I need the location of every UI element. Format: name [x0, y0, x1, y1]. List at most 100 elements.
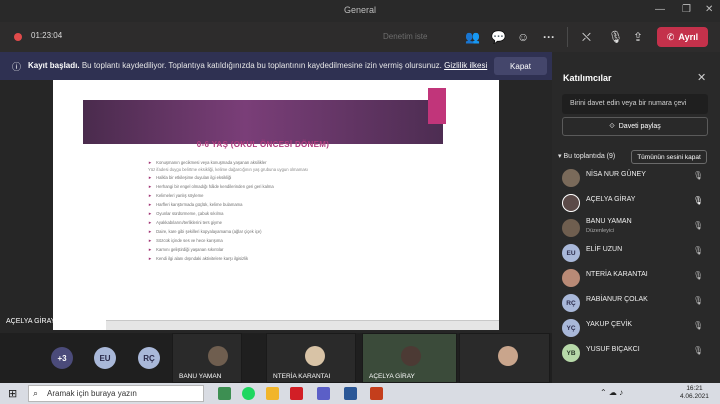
participant-row[interactable]: NTERİA KARANTAI 🎙	[552, 266, 720, 290]
avatar: YB	[562, 344, 580, 362]
slide-header-band	[83, 100, 443, 144]
participant-name: NTERİA KARANTAI	[586, 271, 648, 278]
video-tile[interactable]: BANU YAMAN	[172, 333, 242, 383]
shared-screen-taskbar	[106, 320, 499, 330]
spotify-icon[interactable]	[242, 387, 255, 400]
participants-panel: Katılımcılar ✕ Birini davet edin veya bi…	[552, 52, 720, 383]
participant-name: AÇELYA GİRAY	[586, 196, 636, 203]
windows-taskbar: ⊞ Aramak için buraya yazın ⌕ ⌃ ☁ ♪ 16:21…	[0, 383, 720, 404]
bullet: ► Karnını geliştirdiği yaşanan sıkıntılar	[148, 247, 224, 252]
panel-title: Katılımcılar	[563, 73, 612, 83]
mic-off-icon: 🎙	[693, 171, 704, 180]
participant-row[interactable]: EU ELİF UZUN 🎙	[552, 241, 720, 265]
presentation-slide: 0-6 YAŞ (OKUL ÖNCESİ DÖNEM) ► Konuşmanın …	[53, 80, 499, 330]
slide-bullet-list: ► Konuşmanın gecikmesi veya konuşmada yaş…	[148, 158, 428, 263]
clock-time: 16:21	[686, 385, 703, 392]
avatar[interactable]: EU	[94, 347, 116, 369]
slide-heading: 0-6 YAŞ (OKUL ÖNCESİ DÖNEM)	[196, 140, 330, 149]
invite-input[interactable]: Birini davet edin veya bir numara çevi	[562, 94, 708, 114]
avatar	[562, 194, 580, 212]
share-icon[interactable]: ⇪	[633, 30, 643, 44]
slide-accent-block	[428, 88, 446, 124]
participant-video	[305, 346, 325, 366]
banner-text: Kayıt başladı. Bu toplantı kaydediliyor.…	[28, 61, 487, 70]
chrome-icon[interactable]	[218, 387, 231, 400]
banner-message: Bu toplantı kaydediliyor. Toplantıya kat…	[81, 61, 442, 70]
in-meeting-section[interactable]: ▾ Bu toplantıda (9)	[558, 152, 615, 160]
tile-name: AÇELYA GİRAY	[369, 373, 415, 380]
taskbar-clock[interactable]: 16:21 4.06.2021	[680, 385, 709, 401]
participant-row[interactable]: YB YUSUF BIÇAKCI 🎙	[552, 341, 720, 365]
participant-row[interactable]: BANU YAMAN Düzenleyici 🎙	[552, 216, 720, 240]
participant-name: BANU YAMAN	[586, 218, 632, 225]
mic-off-icon: 🎙	[693, 221, 704, 230]
more-participants-badge[interactable]: +3	[51, 347, 73, 369]
avatar: EU	[562, 244, 580, 262]
participant-role: Düzenleyici	[586, 228, 615, 234]
participant-name: YUSUF BIÇAKCI	[586, 346, 640, 353]
banner-title: Kayıt başladı.	[28, 61, 80, 70]
section-label: Bu toplantıda (9)	[563, 153, 616, 160]
restore-icon[interactable]: ❐	[682, 4, 691, 15]
mute-all-button[interactable]: Tümünün sesini kapat	[631, 150, 707, 164]
mic-off-icon: 🎙	[693, 346, 704, 355]
privacy-link[interactable]: Gizlilik ilkesi	[444, 61, 487, 70]
leave-button[interactable]: ✆ Ayrıl	[657, 27, 708, 47]
mic-icon: 🎙	[693, 196, 704, 205]
close-window-icon[interactable]: ✕	[705, 4, 713, 15]
avatar	[562, 169, 580, 187]
close-icon[interactable]: ✕	[697, 71, 706, 84]
bullet: ► Kendi ilgi alanı dışındaki aktivitelere…	[148, 256, 249, 261]
share-invite-button[interactable]: ⟐ Daveti paylaş	[562, 117, 708, 136]
video-tile-active-speaker[interactable]: AÇELYA GİRAY	[362, 333, 457, 383]
taskbar-search-input[interactable]: Aramak için buraya yazın	[28, 385, 204, 402]
windows-start-icon[interactable]: ⊞	[8, 387, 17, 400]
video-tile[interactable]	[459, 333, 550, 383]
participant-row[interactable]: RÇ RABİANUR ÇOLAK 🎙	[552, 291, 720, 315]
phone-icon: ✆	[666, 31, 675, 42]
more-icon[interactable]: ···	[543, 30, 555, 44]
recording-icon	[14, 33, 22, 41]
netflix-icon[interactable]	[290, 387, 303, 400]
participant-row[interactable]: NİSA NUR GÜNEY 🎙	[552, 166, 720, 190]
bullet: ► Harfleri karıştırmada güçlük, kelime bu…	[148, 202, 243, 207]
participant-row[interactable]: YÇ YAKUP ÇEVİK 🎙	[552, 316, 720, 340]
mic-off-icon: 🎙	[693, 321, 704, 330]
avatar: YÇ	[562, 319, 580, 337]
participant-name: YAKUP ÇEVİK	[586, 321, 633, 328]
avatar[interactable]: RÇ	[138, 347, 160, 369]
mic-off-icon[interactable]: 🎙	[608, 30, 623, 44]
participant-video	[401, 346, 421, 366]
chevron-down-icon: ▾	[558, 153, 562, 160]
clock-date: 4.06.2021	[680, 393, 709, 400]
toolbar-divider	[567, 27, 568, 47]
avatar	[562, 219, 580, 237]
reactions-icon[interactable]: ☺	[517, 30, 529, 44]
presenter-name: AÇELYA GİRAY	[6, 318, 56, 325]
teams-icon[interactable]	[317, 387, 330, 400]
chat-icon[interactable]: 💬	[491, 30, 506, 44]
recording-banner: ⓘ Kayıt başladı. Bu toplantı kaydediliyo…	[0, 52, 552, 80]
meeting-toolbar: 01:23:04 Denetim iste 👥 💬 ☺ ··· ⛌ 🎙 ⇪	[0, 22, 720, 52]
tile-name: NTERİA KARANTAI	[273, 373, 331, 380]
participant-name: RABİANUR ÇOLAK	[586, 296, 648, 303]
avatar	[562, 269, 580, 287]
system-tray-icons[interactable]: ⌃ ☁ ♪	[600, 388, 623, 397]
bullet: ► Konuşmanın gecikmesi veya konuşmada yaş…	[148, 160, 267, 165]
video-tile[interactable]: NTERİA KARANTAI	[266, 333, 356, 383]
file-explorer-icon[interactable]	[266, 387, 279, 400]
banner-close-button[interactable]: Kapat	[494, 57, 547, 75]
participants-icon[interactable]: 👥	[465, 30, 480, 44]
bullet: ► Sözcük içinde ses ve hece karışıma	[148, 238, 223, 243]
participant-row[interactable]: AÇELYA GİRAY 🎙	[552, 191, 720, 215]
leave-label: Ayrıl	[678, 32, 699, 42]
minimize-icon[interactable]: —	[655, 4, 665, 15]
info-icon: ⓘ	[12, 62, 22, 72]
word-icon[interactable]	[344, 387, 357, 400]
bullet: ► Herhangi bir engel olmadığı hâlde kendi…	[148, 184, 274, 189]
powerpoint-icon[interactable]	[370, 387, 383, 400]
share-invite-label: Daveti paylaş	[618, 123, 661, 130]
camera-off-icon[interactable]: ⛌	[582, 30, 591, 45]
request-control-button[interactable]: Denetim iste	[383, 32, 427, 41]
bullet: ► Daire, kare gibi şekilleri kopyalayamam…	[148, 229, 262, 234]
